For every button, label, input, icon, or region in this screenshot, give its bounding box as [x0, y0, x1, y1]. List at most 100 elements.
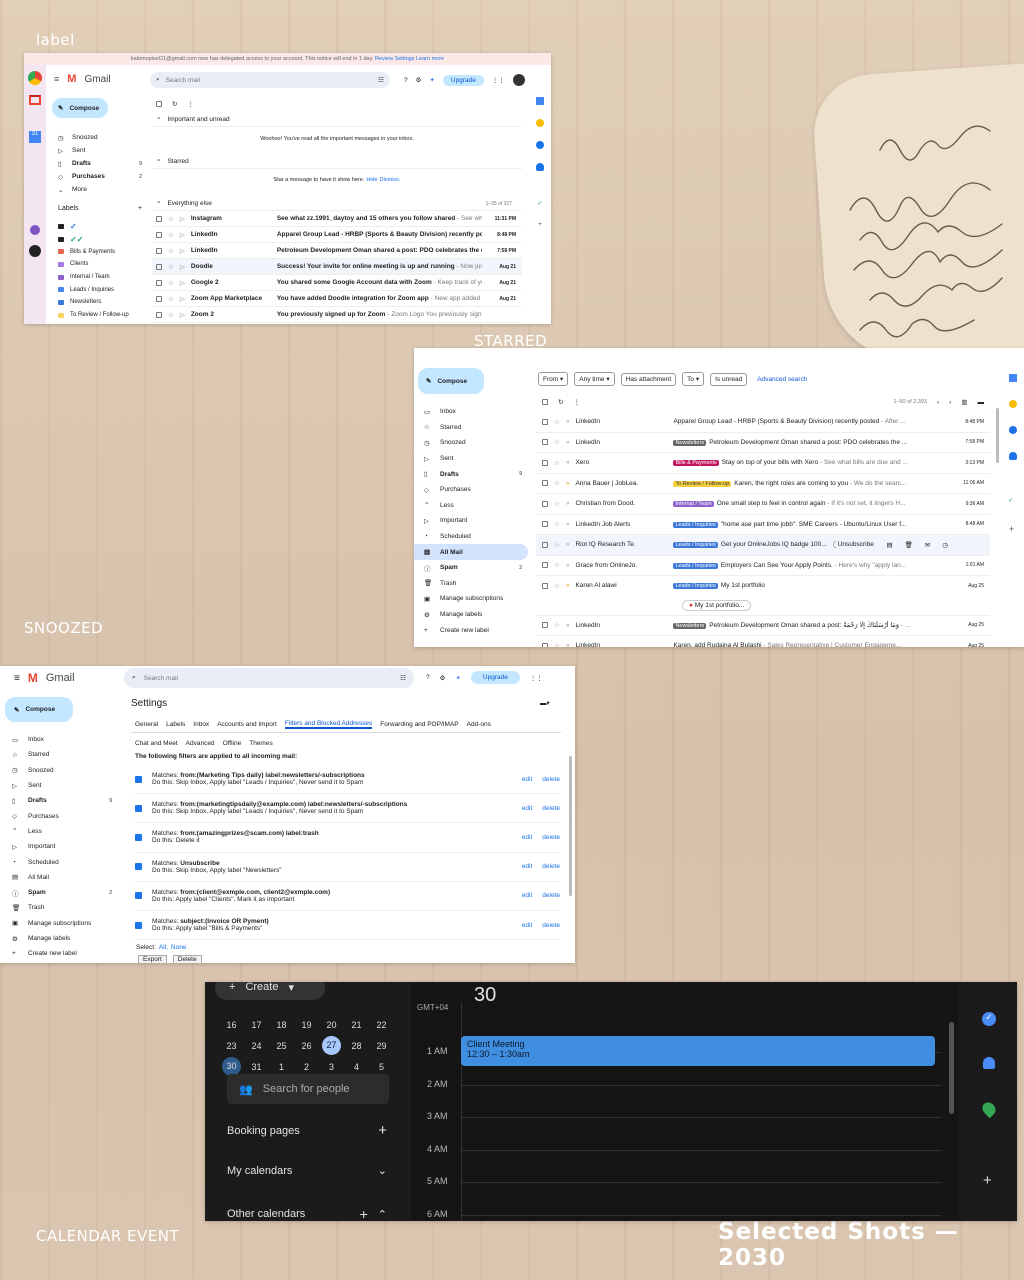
calendar-app-icon[interactable]: 31 [29, 131, 41, 143]
my-calendars-row[interactable]: My calendars ⌄ [227, 1164, 387, 1178]
help-icon[interactable]: ? [404, 77, 408, 84]
more-vert-icon[interactable]: ⋮ [573, 398, 580, 406]
mini-calendar-day[interactable]: 26 [294, 1041, 319, 1051]
maps-icon[interactable] [979, 1099, 999, 1119]
star-icon[interactable]: ☆ [168, 295, 174, 303]
email-row[interactable]: ☆ » Riot IQ Research Te. Leads / Inquiries G… [536, 535, 990, 556]
dismiss-link[interactable]: Dismiss. [380, 177, 401, 183]
row-checkbox[interactable] [542, 642, 548, 647]
calendar-side-icon[interactable] [536, 97, 544, 105]
label-chip[interactable]: Newsletters [673, 439, 707, 446]
star-icon[interactable]: ☆ [554, 642, 560, 647]
important-icon[interactable]: » [566, 459, 570, 466]
sidebar-item[interactable]: ▯ Drafts 9 [414, 466, 528, 482]
sidebar-item[interactable]: ▯ Drafts 9 [58, 157, 142, 170]
email-row[interactable]: ☆ » LinkedIn Newsletters Petroleum Developme… [536, 616, 990, 636]
archive-icon[interactable]: ▤ [886, 541, 892, 549]
sidebar-item[interactable]: ▣ Manage subscriptions [12, 916, 112, 931]
sidebar-item[interactable]: ◇ Purchases [414, 482, 528, 498]
important-icon[interactable]: » [566, 521, 570, 528]
important-icon[interactable]: ▷ [180, 263, 185, 271]
mini-calendar-day[interactable]: 28 [344, 1041, 369, 1051]
prev-page-icon[interactable]: ‹ [937, 399, 939, 406]
tab-chat-and-meet[interactable]: Chat and Meet [135, 740, 178, 747]
tab-filters-and-blocked-addresses[interactable]: Filters and Blocked Addresses [284, 720, 373, 729]
important-icon[interactable]: » [566, 500, 570, 507]
refresh-icon[interactable]: ↻ [172, 100, 177, 108]
email-row[interactable]: ☆ ▷ Zoom App Marketplace You have added Doo… [152, 291, 522, 307]
contacts-icon[interactable] [983, 1057, 995, 1069]
select-none-link[interactable]: None [171, 944, 187, 951]
sidebar-item[interactable]: ▷ Sent [58, 144, 142, 157]
tab-inbox[interactable]: Inbox [193, 721, 209, 728]
filter-checkbox[interactable] [135, 833, 142, 841]
plus-icon[interactable]: + [983, 1172, 992, 1189]
email-row[interactable]: ☆ » LinkedIn Karen, add Rudaina Al Bulashi … [536, 636, 990, 647]
row-checkbox[interactable] [156, 231, 162, 238]
mini-calendar-day[interactable]: 24 [244, 1041, 269, 1051]
check-icon[interactable]: ✓ [1008, 496, 1013, 504]
row-checkbox[interactable] [542, 500, 548, 507]
sidebar-item[interactable]: ⌄ More [58, 183, 142, 196]
star-icon[interactable]: ☆ [554, 479, 560, 487]
scrollbar[interactable] [949, 1022, 954, 1114]
email-row[interactable]: ☆ » Anna Bauer | JobLea. To Review / Follow… [536, 474, 990, 494]
calendar-side-icon[interactable] [1009, 374, 1017, 382]
star-icon[interactable]: ☆ [168, 311, 174, 319]
chevron-down-icon[interactable]: ⌄ [378, 1164, 387, 1177]
row-checkbox[interactable] [542, 480, 548, 487]
gear-icon[interactable]: ⚙ [440, 674, 446, 682]
star-icon[interactable]: ☆ [554, 459, 560, 467]
important-icon[interactable]: » [566, 439, 570, 446]
add-booking-icon[interactable]: + [378, 1122, 387, 1139]
mini-calendar-day[interactable]: 1 [269, 1062, 294, 1072]
sidebar-item[interactable]: ☆ Starred [414, 420, 528, 436]
other-calendars-row[interactable]: Other calendars + ⌃ [227, 1206, 387, 1221]
sidebar-item[interactable]: ◷ Snoozed [58, 131, 142, 144]
email-row[interactable]: ☆ ▷ Zoom 2 You previously signed up for Zoo… [152, 307, 522, 323]
add-label-icon[interactable]: + [138, 205, 142, 212]
search-people-input[interactable]: 👥 Search for people [227, 1074, 389, 1104]
contacts-icon[interactable] [1009, 452, 1017, 460]
filter-options-icon[interactable]: ☷ [400, 674, 406, 682]
sidebar-item[interactable]: + Create new label [12, 946, 112, 961]
search-icon[interactable]: ⌕ [156, 76, 160, 84]
filter-checkbox[interactable] [135, 892, 142, 900]
important-icon[interactable]: ▷ [180, 279, 185, 287]
compose-button[interactable]: ✎ Compose [52, 98, 108, 118]
menu-icon[interactable]: ≡ [14, 673, 20, 684]
mini-calendar-day[interactable]: 5 [369, 1062, 394, 1072]
filter-options-icon[interactable]: ☷ [378, 76, 384, 84]
email-row[interactable]: ☆ » LinkedIn Job Alerts Leads / Inquiries "h… [536, 515, 990, 535]
sidebar-item[interactable]: ▭ Inbox [12, 732, 112, 747]
sidebar-item[interactable]: ▷ Important [12, 839, 112, 854]
gemini-icon[interactable]: ✦ [455, 674, 460, 682]
email-row[interactable]: ☆ ▷ LinkedIn Petroleum Development Oman sha… [152, 243, 522, 259]
filter-checkbox[interactable] [135, 804, 142, 812]
scrollbar[interactable] [569, 756, 572, 896]
help-icon[interactable]: ? [426, 674, 430, 681]
sidebar-item[interactable]: ☆ Starred [12, 747, 112, 762]
unsubscribe-button[interactable]: Unsubscribe [832, 541, 875, 549]
day-number[interactable]: 30 [474, 984, 496, 1007]
keep-icon[interactable] [536, 119, 544, 127]
delete-filter-link[interactable]: delete [542, 805, 560, 812]
sidebar-item[interactable]: ◇ Purchases [12, 808, 112, 823]
search-icon[interactable]: ⌕ [132, 674, 136, 682]
compose-button[interactable]: ✎ Compose [418, 368, 484, 394]
upgrade-button[interactable]: Upgrade [470, 671, 520, 684]
search-bar[interactable]: ⌕ Search mail ☷ [150, 72, 390, 88]
sidebar-item[interactable]: + Create new label [414, 622, 528, 638]
calendar-event[interactable]: Client Meeting 12:30 – 1:30am [461, 1036, 935, 1066]
split-pane-icon[interactable]: ▥ [961, 398, 967, 406]
learn-more-link[interactable]: Learn more [416, 56, 444, 62]
compose-button[interactable]: ✎ Compose [5, 697, 73, 722]
sidebar-item[interactable]: ◔ Scheduled [12, 854, 112, 869]
plus-icon[interactable]: + [1009, 524, 1014, 534]
gmail-app-icon[interactable] [29, 95, 41, 105]
sidebar-item[interactable]: ⚙ Manage labels [414, 607, 528, 623]
mini-calendar-day[interactable]: 4 [344, 1062, 369, 1072]
star-icon[interactable]: ☆ [168, 279, 174, 287]
mini-calendar-day[interactable]: 16 [219, 1020, 244, 1030]
row-checkbox[interactable] [156, 311, 162, 318]
